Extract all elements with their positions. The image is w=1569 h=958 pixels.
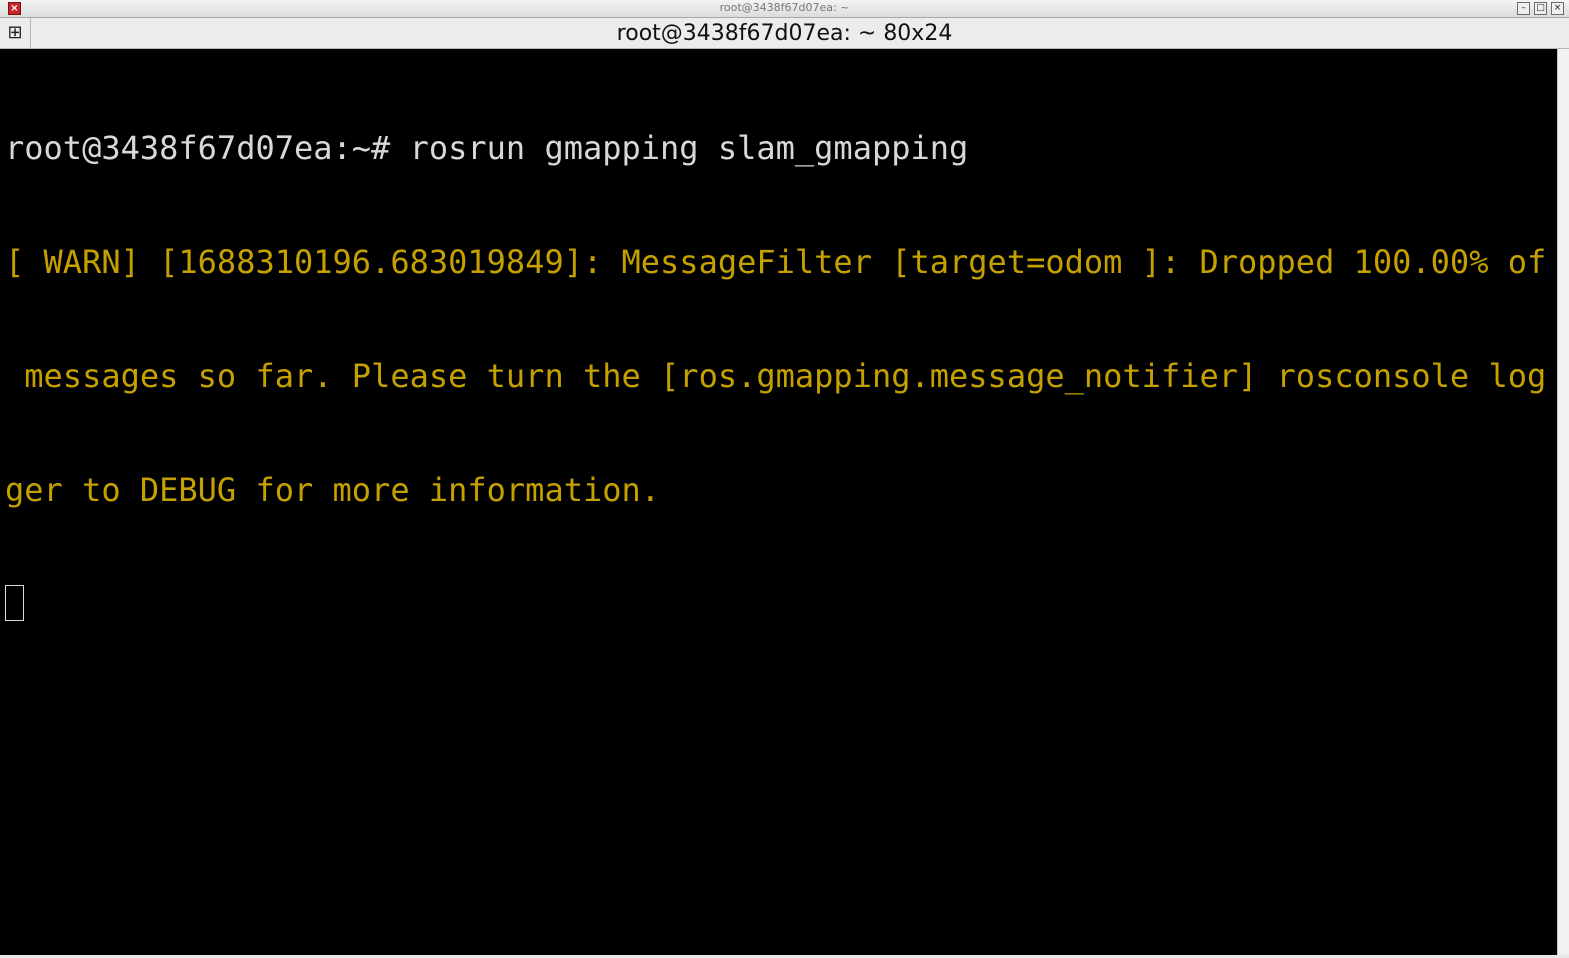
maximize-icon[interactable]: □ [1534,2,1547,15]
terminal-line-warning: ger to DEBUG for more information. [5,471,661,509]
terminal-output[interactable]: root@3438f67d07ea:~# rosrun gmapping sla… [0,49,1557,955]
terminal-title-bar: root@3438f67d07ea: ~ 80x24 ⊞ [0,18,1569,49]
cursor-block [5,585,24,621]
terminal-window: × root@3438f67d07ea: ~ – □ × root@3438f6… [0,0,1569,958]
close-button-icon[interactable]: × [1551,2,1564,15]
terminal-line-cursor [5,585,1557,623]
window-title-bar[interactable]: × root@3438f67d07ea: ~ – □ × [0,0,1569,18]
terminal-line-warning: messages so far. Please turn the [ros.gm… [5,357,1547,395]
terminal-title: root@3438f67d07ea: ~ 80x24 [616,21,953,46]
terminal-line-command: root@3438f67d07ea:~# rosrun gmapping sla… [5,129,969,167]
terminal-scrollbar[interactable] [1557,49,1569,955]
minimize-icon[interactable]: – [1517,2,1530,15]
window-title: root@3438f67d07ea: ~ [719,1,850,14]
terminal-menu-icon[interactable]: ⊞ [0,18,31,48]
terminal-line-warning: [ WARN] [1688310196.683019849]: MessageF… [5,243,1547,281]
